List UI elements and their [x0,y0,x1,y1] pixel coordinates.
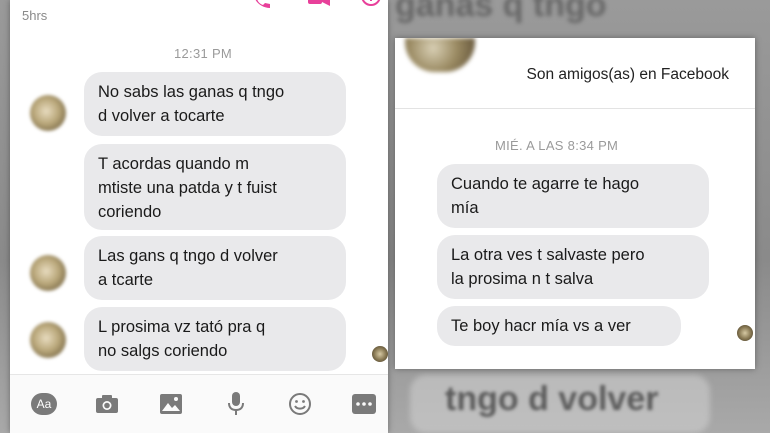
phone-call-icon[interactable] [250,0,272,12]
info-icon[interactable] [360,0,382,12]
seen-receipt-avatar [737,325,753,341]
video-call-icon[interactable] [308,0,330,12]
smiley-icon [289,393,311,415]
camera-icon [96,395,118,413]
seen-receipt-avatar [372,346,388,362]
message-bubble[interactable]: L prosima vz tató pra q no salgs coriend… [84,307,346,371]
more-dots-icon [352,394,376,414]
message-timestamp: MIÉ. A LAS 8:34 PM [495,138,619,153]
camera-button[interactable] [93,391,121,417]
image-icon [160,394,182,414]
message-bubble[interactable]: La otra ves t salvaste pero la prosima n… [437,235,709,299]
contact-avatar[interactable] [30,95,66,131]
chat-header: Son amigos(as) en Facebook [395,38,755,109]
voice-message-button[interactable] [222,391,250,417]
aa-icon: Aa [31,393,57,415]
message-bubble[interactable]: Te boy hacr mía vs a ver [437,306,681,346]
more-options-button[interactable] [350,391,378,417]
message-timestamp: 12:31 PM [174,46,233,61]
message-bubble[interactable]: T acordas quando m mtiste una patda y t … [84,144,346,230]
contact-avatar[interactable] [30,255,66,291]
message-bubble[interactable]: Las gans q tngo d volver a tcarte [84,236,346,300]
microphone-icon [228,392,244,415]
text-format-button[interactable]: Aa [30,391,58,417]
background-blur-text-bottom: tngo d volver [445,380,659,418]
left-chat-screenshot: 5hrs 12:31 PM No sabs las ganas q tngo d… [10,0,388,433]
message-bubble[interactable]: No sabs las ganas q tngo d volver a toca… [84,72,346,136]
active-status: 5hrs [22,8,48,23]
message-bubble[interactable]: Cuando te agarre te hago mía [437,164,709,228]
contact-avatar[interactable] [405,38,475,72]
friends-label: Son amigos(as) en Facebook [526,66,729,83]
contact-avatar[interactable] [30,322,66,358]
gallery-button[interactable] [157,391,185,417]
right-chat-screenshot: Son amigos(as) en Facebook MIÉ. A LAS 8:… [395,38,755,369]
emoji-button[interactable] [286,391,314,417]
message-toolbar: Aa [10,374,388,433]
background-blur-text-top: ganas q tngo [395,0,607,24]
